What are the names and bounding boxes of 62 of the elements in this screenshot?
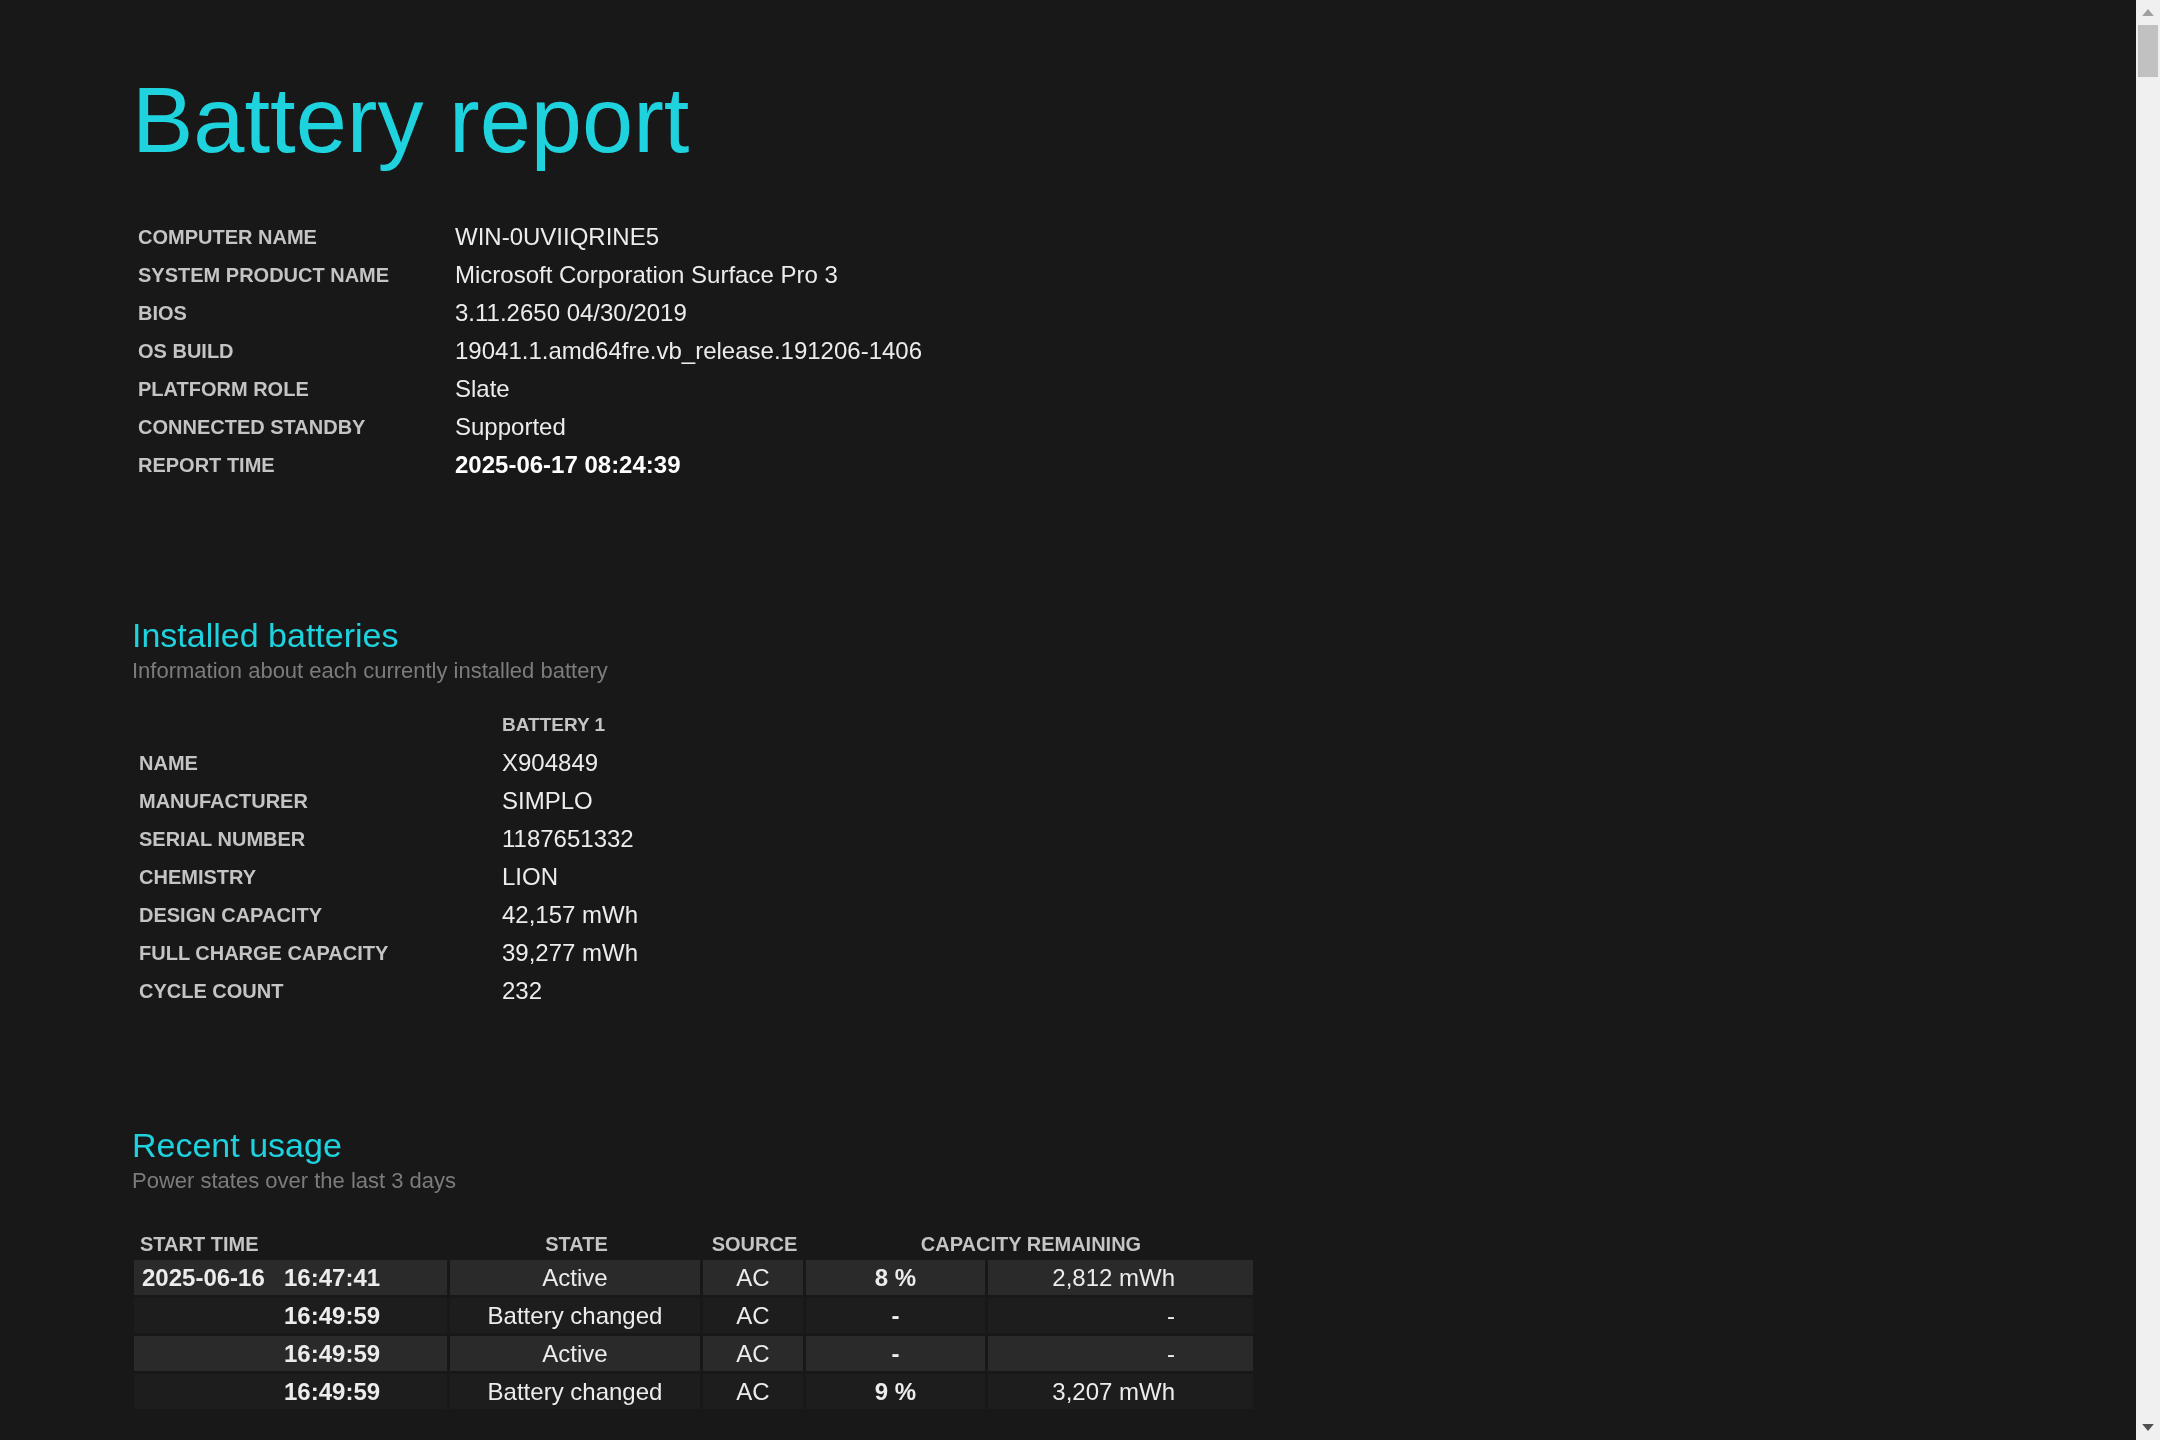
table-cell: 16:49:59 [134, 1298, 447, 1333]
info-value: Microsoft Corporation Surface Pro 3 [455, 261, 838, 288]
battery-label: NAME [139, 751, 198, 774]
table-cell: 8 % [806, 1260, 985, 1295]
table-cell: 2,812 mWh [988, 1260, 1253, 1295]
section-subtitle: Power states over the last 3 days [132, 1168, 458, 1194]
battery-label: DESIGN CAPACITY [139, 903, 322, 926]
table-cell: Active [450, 1336, 700, 1371]
column-header: CAPACITY REMAINING [919, 1232, 1143, 1256]
info-value: 3.11.2650 04/30/2019 [455, 299, 687, 326]
table-cell: - [806, 1298, 985, 1333]
section-heading: Installed batteries [132, 615, 400, 656]
table-cell: 16:49:59 [134, 1336, 447, 1371]
info-value: 2025-06-17 08:24:39 [455, 451, 681, 478]
report-title: Battery report [132, 68, 691, 173]
table-cell: - [988, 1336, 1253, 1371]
info-label: PLATFORM ROLE [138, 377, 309, 400]
battery-value: X904849 [502, 749, 599, 776]
table-cell: Battery changed [450, 1298, 700, 1333]
table-cell: Battery changed [450, 1374, 700, 1409]
section-subtitle: Information about each currently installed battery [132, 658, 609, 684]
table-cell: 16:49:59 [134, 1374, 447, 1409]
table-cell: - [988, 1298, 1253, 1333]
table-cell: AC [703, 1374, 803, 1409]
battery-value: 232 [502, 977, 543, 1004]
info-label: REPORT TIME [138, 453, 275, 476]
table-cell: 9 % [806, 1374, 985, 1409]
column-header: SOURCE [710, 1232, 799, 1256]
battery-value: 1187651332 [502, 825, 634, 852]
battery-label: MANUFACTURER [139, 789, 308, 812]
scroll-down-icon[interactable] [2142, 1424, 2154, 1431]
table-cell: 2025-06-16 16:47:41 [134, 1260, 447, 1295]
battery-label: SERIAL NUMBER [139, 827, 306, 850]
table-cell: AC [703, 1298, 803, 1333]
table-cell: Active [450, 1260, 700, 1295]
info-value: Slate [455, 375, 510, 402]
table-cell: - [806, 1336, 985, 1371]
battery-label: FULL CHARGE CAPACITY [139, 941, 389, 964]
battery-label: CYCLE COUNT [139, 979, 284, 1002]
battery-label: CHEMISTRY [139, 865, 257, 888]
battery-value: SIMPLO [502, 787, 593, 814]
table-cell: AC [703, 1260, 803, 1295]
info-value: Supported [455, 413, 566, 440]
battery-value: 39,277 mWh [502, 939, 639, 966]
column-header: START TIME [139, 1232, 260, 1256]
column-header: BATTERY 1 [502, 714, 606, 735]
info-value: 19041.1.amd64fre.vb_release.191206-1406 [455, 337, 923, 364]
info-label: BIOS [138, 301, 187, 324]
info-label: SYSTEM PRODUCT NAME [138, 263, 390, 286]
battery-value: 42,157 mWh [502, 901, 639, 928]
column-header: STATE [544, 1232, 609, 1256]
info-label: COMPUTER NAME [138, 225, 317, 248]
battery-value: LION [502, 863, 558, 890]
scrollbar-thumb[interactable] [2138, 25, 2158, 77]
info-label: OS BUILD [138, 339, 234, 362]
table-cell: AC [703, 1336, 803, 1371]
section-heading: Recent usage [132, 1125, 343, 1166]
info-value: WIN-0UVIIQRINE5 [455, 223, 660, 250]
scroll-up-icon[interactable] [2142, 9, 2154, 16]
info-label: CONNECTED STANDBY [138, 415, 366, 438]
table-cell: 3,207 mWh [988, 1374, 1253, 1409]
scrollbar[interactable] [2136, 0, 2160, 1440]
